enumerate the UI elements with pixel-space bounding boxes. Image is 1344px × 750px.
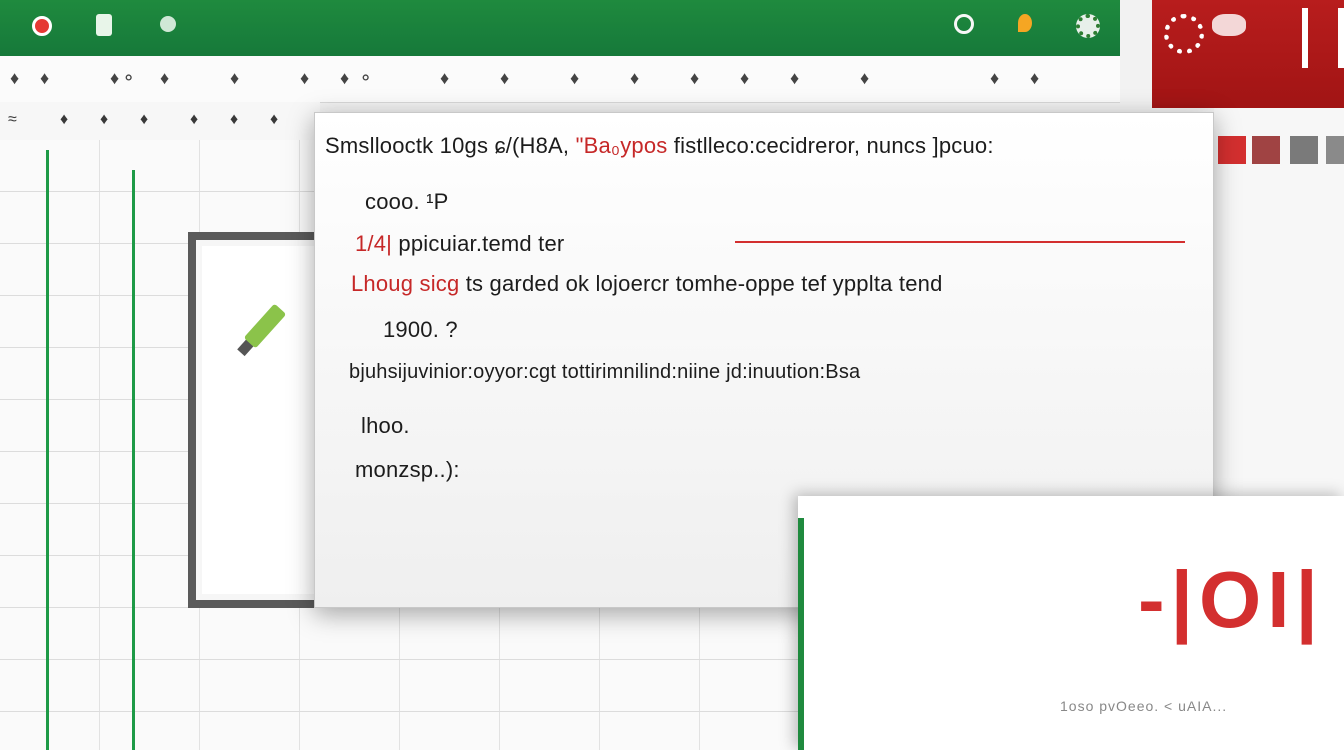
pause-icon[interactable]: [1302, 8, 1344, 68]
dot-icon[interactable]: [160, 16, 176, 32]
dialog-line-4: Lhoug sicg ts garded ok lojoercr tomhe-o…: [351, 271, 943, 297]
tab-item[interactable]: ♦: [190, 111, 198, 129]
dialog-text: ts garded ok lojoercr tomhe-oppe tef ypp…: [465, 271, 943, 296]
tab-item[interactable]: ♦: [270, 111, 278, 129]
dialog-highlight: Lhoug sicg: [351, 271, 460, 296]
pin-icon[interactable]: [1018, 14, 1032, 32]
color-swatch[interactable]: [1326, 136, 1344, 164]
toolbar-tool[interactable]: ♦: [230, 68, 241, 89]
color-swatch[interactable]: [1252, 136, 1280, 164]
toolbar-tool[interactable]: ♦: [740, 68, 751, 89]
toolbar-tool[interactable]: ♦: [630, 68, 641, 89]
accent-bar: [798, 518, 804, 750]
color-swatch[interactable]: [1218, 136, 1246, 164]
sheet-tabs-row: ≈ ♦ ♦ ♦ ♦ ♦ ♦: [0, 102, 320, 141]
toolbar-tool[interactable]: ♦: [860, 68, 871, 89]
dialog-text: ɕ/(H8A,: [494, 133, 570, 158]
dialog-line-5: 1900. ?: [383, 317, 458, 342]
tab-item[interactable]: ♦: [230, 111, 238, 129]
strike-rule: [735, 241, 1185, 243]
color-swatch[interactable]: [1290, 136, 1318, 164]
card-footer[interactable]: 1oso pvOeeo. < uAIA...: [1060, 698, 1227, 714]
side-panel-header: [1152, 0, 1344, 108]
tab-item[interactable]: ♦: [100, 111, 108, 129]
brand-logo: -|OI|: [1138, 555, 1324, 644]
cloud-icon[interactable]: [1212, 14, 1246, 36]
dialog-line-8: monzsp..):: [355, 457, 460, 482]
dialog-highlight: "Ba₀ypos: [575, 133, 668, 158]
tab-item[interactable]: ≈: [8, 111, 17, 129]
toolbar-tool[interactable]: ♦: [10, 68, 21, 89]
document-icon[interactable]: [96, 14, 112, 36]
record-icon[interactable]: [32, 16, 52, 36]
tab-item[interactable]: ♦: [60, 111, 68, 129]
dialog-text: fistlleco:cecidreror, nuncs ]pcuo:: [673, 133, 994, 158]
toolbar-tool[interactable]: ♦: [690, 68, 701, 89]
column-divider: [132, 170, 135, 750]
toolbar-tool[interactable]: ♦: [570, 68, 581, 89]
search-icon[interactable]: [954, 14, 974, 34]
column-divider: [46, 150, 49, 750]
ribbon-toolbar: ♦ ♦ ♦⚬ ♦ ♦ ♦ ♦ ⚬ ♦ ♦ ♦ ♦ ♦ ♦ ♦ ♦ ♦ ♦: [0, 56, 1120, 103]
dialog-line-3: 1/4| ppicuiar.temd ter: [355, 231, 564, 257]
toolbar-tool[interactable]: ♦: [500, 68, 511, 89]
preview-canvas: [202, 246, 330, 594]
dialog-line-6: bjuhsijuvinior:oyyor:cgt tottirimnilind:…: [349, 361, 861, 383]
toolbar-tool[interactable]: ♦: [1030, 68, 1041, 89]
dialog-text: Smsllooctk 10gs: [325, 133, 489, 158]
toolbar-tool[interactable]: ♦: [440, 68, 451, 89]
gear-icon[interactable]: [1164, 14, 1204, 54]
app-titlebar: [0, 0, 1120, 56]
toolbar-tool[interactable]: ♦: [300, 68, 311, 89]
toolbar-tool[interactable]: ♦ ⚬: [340, 68, 375, 89]
logo-card: -|OI| 1oso pvOeeo. < uAIA...: [798, 496, 1344, 750]
dialog-line-1: Smsllooctk 10gs ɕ/(H8A, "Ba₀ypos fistlle…: [325, 133, 994, 159]
dialog-line-7: lhoo.: [361, 413, 410, 438]
tab-item[interactable]: ♦: [140, 111, 148, 129]
dialog-line-2: cooo. ¹P: [365, 189, 449, 214]
dialog-text: ppicuiar.temd ter: [398, 231, 565, 256]
toolbar-tool[interactable]: ♦: [790, 68, 801, 89]
toolbar-tool[interactable]: ♦⚬: [110, 68, 138, 89]
dialog-highlight: 1/4|: [355, 231, 393, 256]
toolbar-tool[interactable]: ♦: [40, 68, 51, 89]
toolbar-tool[interactable]: ♦: [990, 68, 1001, 89]
toolbar-tool[interactable]: ♦: [160, 68, 171, 89]
gear-icon[interactable]: [1076, 14, 1100, 38]
